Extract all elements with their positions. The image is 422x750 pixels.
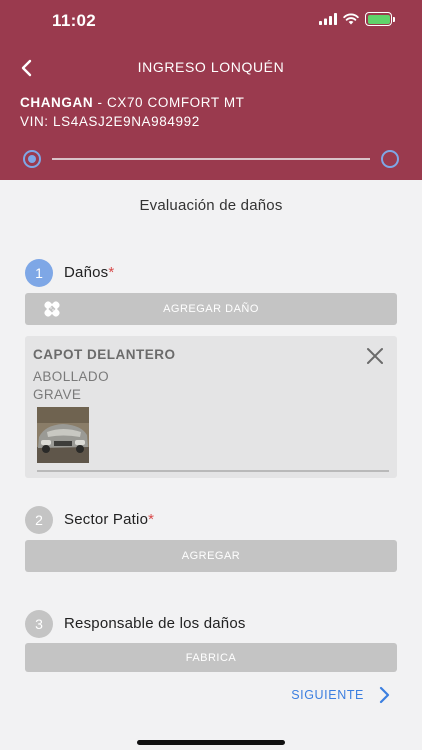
step-label-responsable: Responsable de los daños: [64, 615, 246, 632]
required-marker: *: [148, 511, 155, 528]
status-icons: [319, 12, 395, 26]
car-photo-image: [37, 407, 89, 463]
stepper-line: [52, 158, 370, 160]
damage-part: CAPOT DELANTERO: [33, 347, 176, 362]
step-label-sector-patio: Sector Patio*: [64, 511, 154, 528]
next-label: SIGUIENTE: [291, 688, 364, 702]
step-number-2: 2: [25, 506, 53, 534]
vehicle-vin: VIN: LS4ASJ2E9NA984992: [20, 114, 200, 129]
battery-icon: [365, 12, 395, 26]
section-title: Evaluación de daños: [139, 197, 283, 214]
damage-severity: GRAVE: [33, 387, 82, 402]
step-number-1: 1: [25, 259, 53, 287]
bandage-icon: [44, 301, 60, 317]
vehicle-description: CHANGAN - CX70 COMFORT MT: [20, 95, 245, 110]
step-label-text: Daños: [64, 264, 109, 281]
close-icon[interactable]: [365, 346, 385, 366]
step-label-text: Sector Patio: [64, 511, 149, 528]
required-marker: *: [108, 264, 115, 281]
damage-card: CAPOT DELANTERO ABOLLADO GRAVE: [25, 336, 397, 478]
add-sector-button[interactable]: AGREGAR: [25, 540, 397, 572]
stepper-step-current: [23, 150, 41, 168]
vehicle-brand: CHANGAN: [20, 95, 94, 110]
main-content: Evaluación de daños 1 Daños* AGREGAR DAÑ…: [0, 180, 422, 672]
add-damage-label: AGREGAR DAÑO: [163, 303, 259, 315]
next-button[interactable]: SIGUIENTE: [291, 686, 390, 704]
add-damage-button[interactable]: AGREGAR DAÑO: [25, 293, 397, 325]
page-title: INGRESO LONQUÉN: [137, 59, 285, 75]
damage-divider: [37, 470, 389, 472]
status-time: 11:02: [52, 11, 97, 30]
home-indicator: [137, 740, 285, 745]
signal-icon: [319, 13, 337, 25]
footer: SIGUIENTE: [0, 672, 422, 750]
responsible-select-button[interactable]: FABRICA: [25, 643, 397, 672]
damage-photo[interactable]: [37, 407, 89, 463]
chevron-right-icon: [379, 686, 390, 704]
vehicle-model: - CX70 COMFORT MT: [93, 95, 245, 110]
step-number-3: 3: [25, 610, 53, 638]
stepper-step-next: [381, 150, 399, 168]
damage-type: ABOLLADO: [33, 369, 109, 384]
wifi-icon: [343, 13, 359, 25]
header: INGRESO LONQUÉN CHANGAN - CX70 COMFORT M…: [0, 40, 422, 180]
status-bar: 11:02: [0, 0, 422, 40]
step-label-danos: Daños*: [64, 264, 114, 281]
